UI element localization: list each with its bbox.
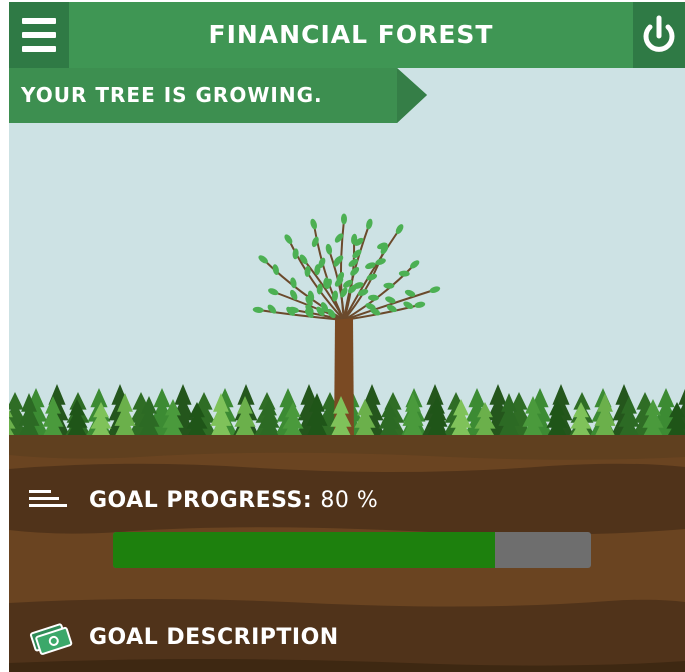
app-title: FINANCIAL FOREST xyxy=(208,20,494,49)
power-icon xyxy=(643,15,675,52)
top-bar: FINANCIAL FOREST xyxy=(9,2,685,68)
goal-progress-row: GOAL PROGRESS: 80 % xyxy=(9,478,685,524)
goal-progress-bar xyxy=(113,532,591,568)
goal-description-label: GOAL DESCRIPTION xyxy=(89,625,339,650)
goal-progress-label: GOAL PROGRESS: 80 % xyxy=(89,478,378,524)
goal-description-button[interactable]: GOAL DESCRIPTION xyxy=(9,615,685,661)
money-icon xyxy=(29,623,73,655)
goal-panel: GOAL PROGRESS: 80 % GOAL DESCRIPTION xyxy=(9,435,685,672)
financial-forest-app: FINANCIAL FOREST YOUR TREE IS GROWING. G… xyxy=(0,0,685,672)
goal-progress-fill xyxy=(113,532,496,568)
goal-progress-title: GOAL PROGRESS: xyxy=(89,488,313,513)
menu-button[interactable] xyxy=(9,2,69,68)
banner-text: YOUR TREE IS GROWING. xyxy=(21,83,323,107)
goal-progress-value: 80 % xyxy=(320,488,379,513)
power-button[interactable] xyxy=(633,2,685,68)
forest-scene xyxy=(9,68,685,440)
status-banner: YOUR TREE IS GROWING. xyxy=(9,68,427,123)
progress-lines-icon xyxy=(29,490,67,507)
